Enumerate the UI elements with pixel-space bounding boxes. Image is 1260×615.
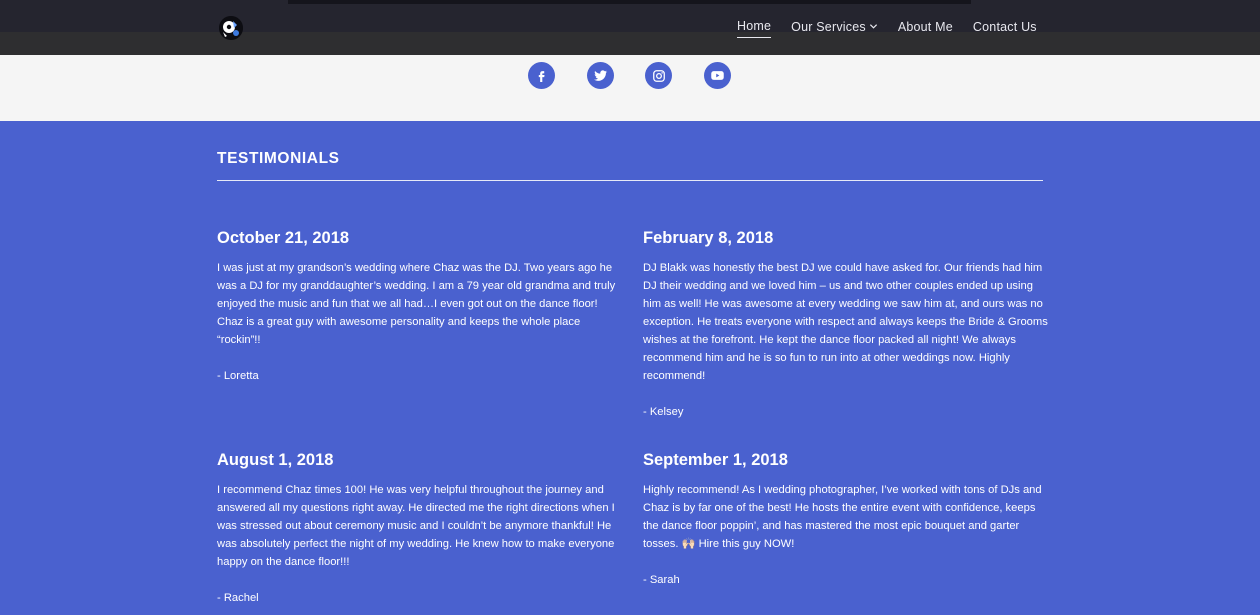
testimonial-date: February 8, 2018 [643,229,774,247]
testimonial-author: - Sarah [643,574,680,586]
testimonial-author: - Loretta [217,370,259,382]
facebook-icon [538,71,545,82]
testimonial-card: February 8, 2018 DJ Blakk was honestly t… [643,228,1048,421]
testimonials-heading: TESTIMONIALS [217,150,340,167]
nav-about-me[interactable]: About Me [898,19,953,38]
testimonial-card: August 1, 2018 I recommend Chaz times 10… [217,450,622,607]
twitter-link[interactable] [587,62,614,89]
site-header [0,0,1260,32]
instagram-icon [652,69,665,82]
chevron-down-icon [869,24,877,29]
nav-our-services[interactable]: Our Services [791,19,878,38]
nav-our-services-label: Our Services [791,19,866,34]
dj-turntable-logo-icon [219,16,243,40]
nav-contact-us[interactable]: Contact Us [973,19,1037,38]
instagram-link[interactable] [645,62,672,89]
youtube-icon [711,71,724,80]
testimonial-author: - Kelsey [643,406,684,418]
testimonial-text: DJ Blakk was honestly the best DJ we cou… [643,262,1048,382]
testimonial-author: - Rachel [217,592,259,604]
testimonial-card: October 21, 2018 I was just at my grands… [217,228,622,385]
testimonial-date: October 21, 2018 [217,229,350,247]
nav-home[interactable]: Home [737,19,772,38]
header-hero-strip [288,0,971,4]
testimonial-card: September 1, 2018 Highly recommend! As I… [643,450,1048,589]
youtube-link[interactable] [704,62,731,89]
testimonial-text: I was just at my grandson’s wedding wher… [217,262,616,346]
main-nav: Home Our Services About Me Contact Us [737,19,1037,38]
testimonial-date: August 1, 2018 [217,451,334,469]
facebook-link[interactable] [528,62,555,89]
heading-divider [217,180,1043,181]
testimonial-text: Highly recommend! As I wedding photograp… [643,484,1042,550]
logo[interactable] [219,16,243,40]
twitter-icon [594,70,608,81]
testimonial-date: September 1, 2018 [643,451,788,469]
testimonial-text: I recommend Chaz times 100! He was very … [217,484,615,568]
social-links-band [0,55,1260,121]
